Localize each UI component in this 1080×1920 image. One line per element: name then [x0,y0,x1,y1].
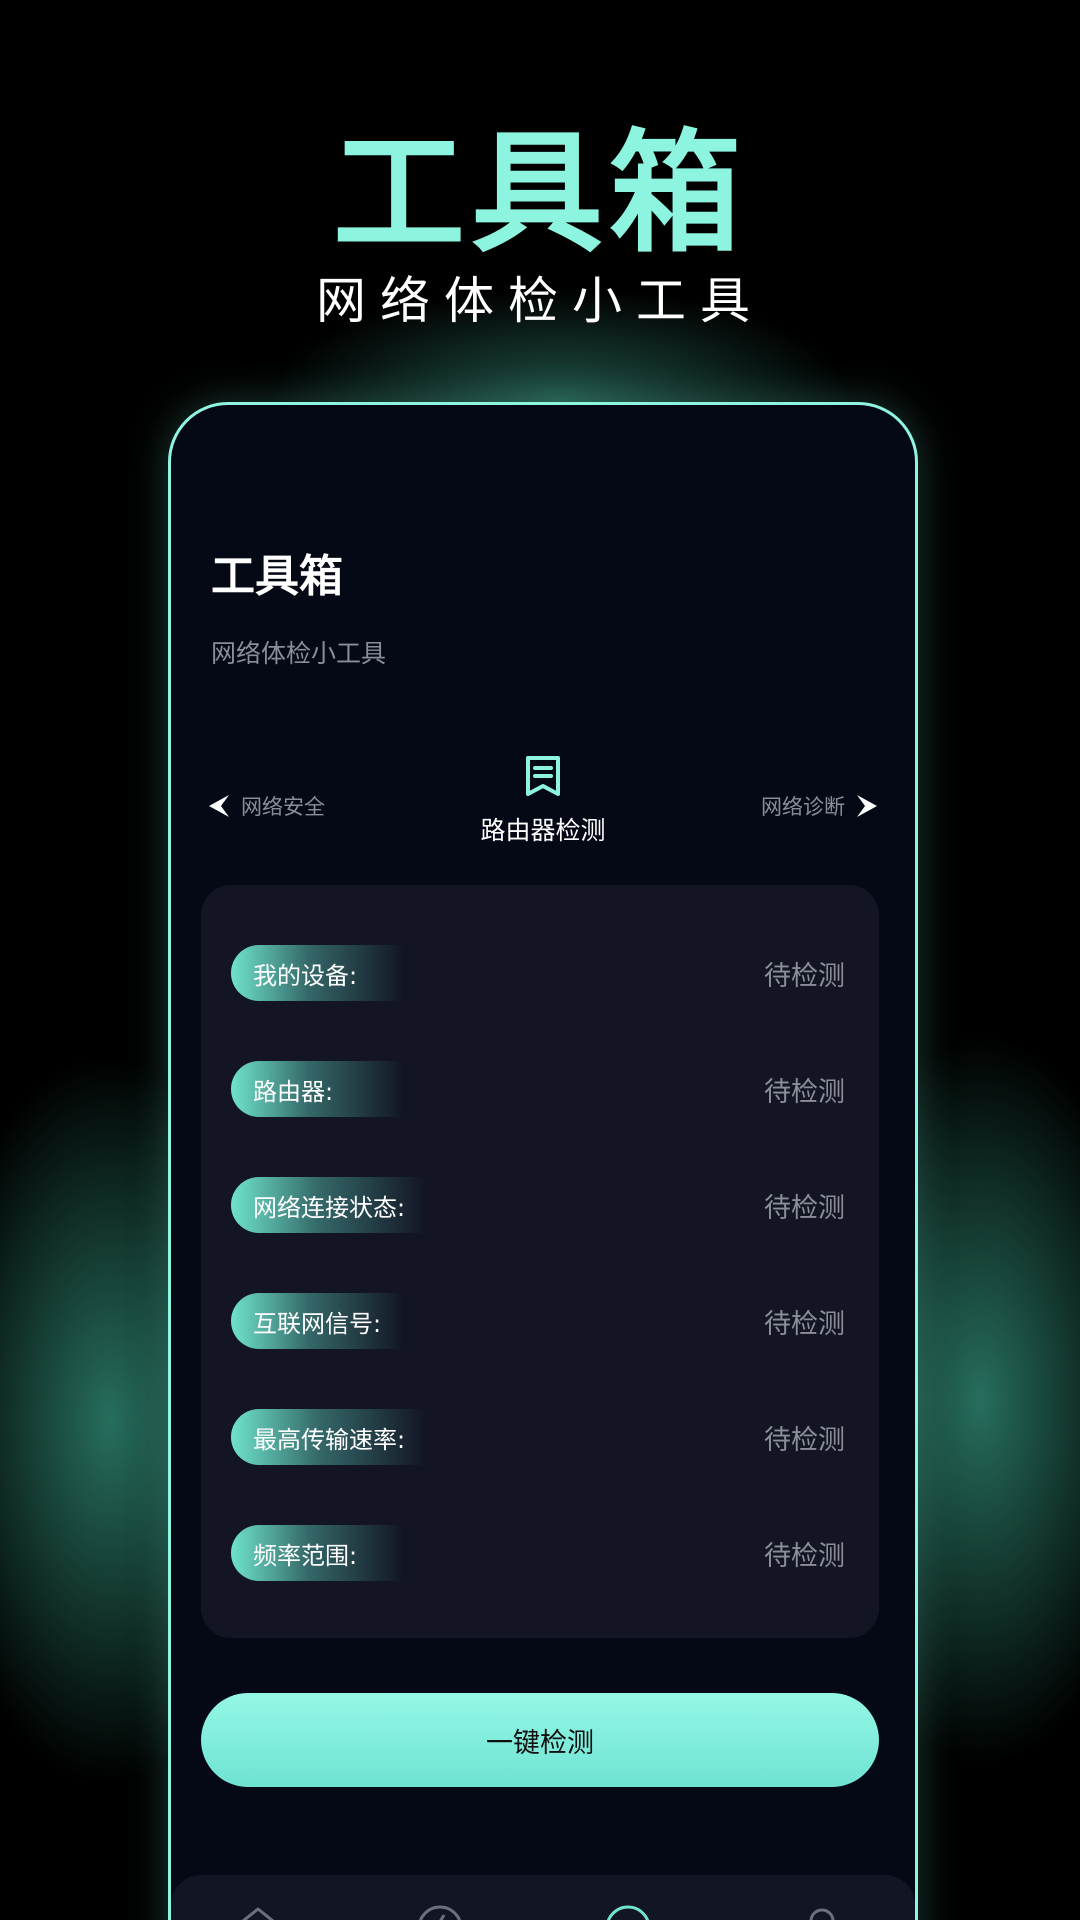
hero-title: 工具箱 [333,117,747,271]
check-row: 频率范围: 待检测 [231,1525,845,1581]
accelerate-icon[interactable] [415,1903,465,1920]
check-label: 我的设备: [231,945,403,1001]
check-row: 最高传输速率: 待检测 [231,1409,845,1465]
bottom-tab-bar [171,1875,915,1920]
check-label: 互联网信号: [231,1293,403,1349]
next-tool-label: 网络诊断 [761,795,845,819]
app-subtitle: 网络体检小工具 [211,639,387,668]
check-status: 待检测 [764,1192,845,1224]
check-row: 互联网信号: 待检测 [231,1293,845,1349]
profile-icon[interactable] [797,1903,847,1920]
one-click-check-button[interactable]: 一键检测 [201,1693,879,1787]
check-status: 待检测 [764,1308,845,1340]
check-label: 最高传输速率: [231,1409,426,1465]
document-icon [526,756,560,796]
check-status: 待检测 [764,1540,845,1572]
check-label: 路由器: [231,1061,403,1117]
check-row: 网络连接状态: 待检测 [231,1177,845,1233]
check-label: 网络连接状态: [231,1177,426,1233]
tool-switcher: 网络安全 路由器检测 网络诊断 [207,755,879,865]
hero-subtitle: 网络体检小工具 [316,272,764,330]
check-status: 待检测 [764,1076,845,1108]
check-row: 我的设备: 待检测 [231,945,845,1001]
toolbox-icon[interactable] [603,1903,653,1920]
screen: 工具箱 网络体检小工具 工具箱 网络体检小工具 网络安全 路由器检测 网络诊断 … [0,0,1080,1920]
check-status: 待检测 [764,960,845,992]
app-title: 工具箱 [211,551,343,602]
next-tool-button[interactable]: 网络诊断 [761,791,879,821]
check-list-panel: 我的设备: 待检测 路由器: 待检测 网络连接状态: 待检测 互联网信号: 待检… [201,885,879,1638]
check-label: 频率范围: [231,1525,403,1581]
check-row: 路由器: 待检测 [231,1061,845,1117]
phone-frame: 工具箱 网络体检小工具 网络安全 路由器检测 网络诊断 我的设备: 待检测 路由… [168,402,918,1920]
home-icon[interactable] [233,1903,283,1920]
check-status: 待检测 [764,1424,845,1456]
chevron-right-icon [857,795,877,817]
